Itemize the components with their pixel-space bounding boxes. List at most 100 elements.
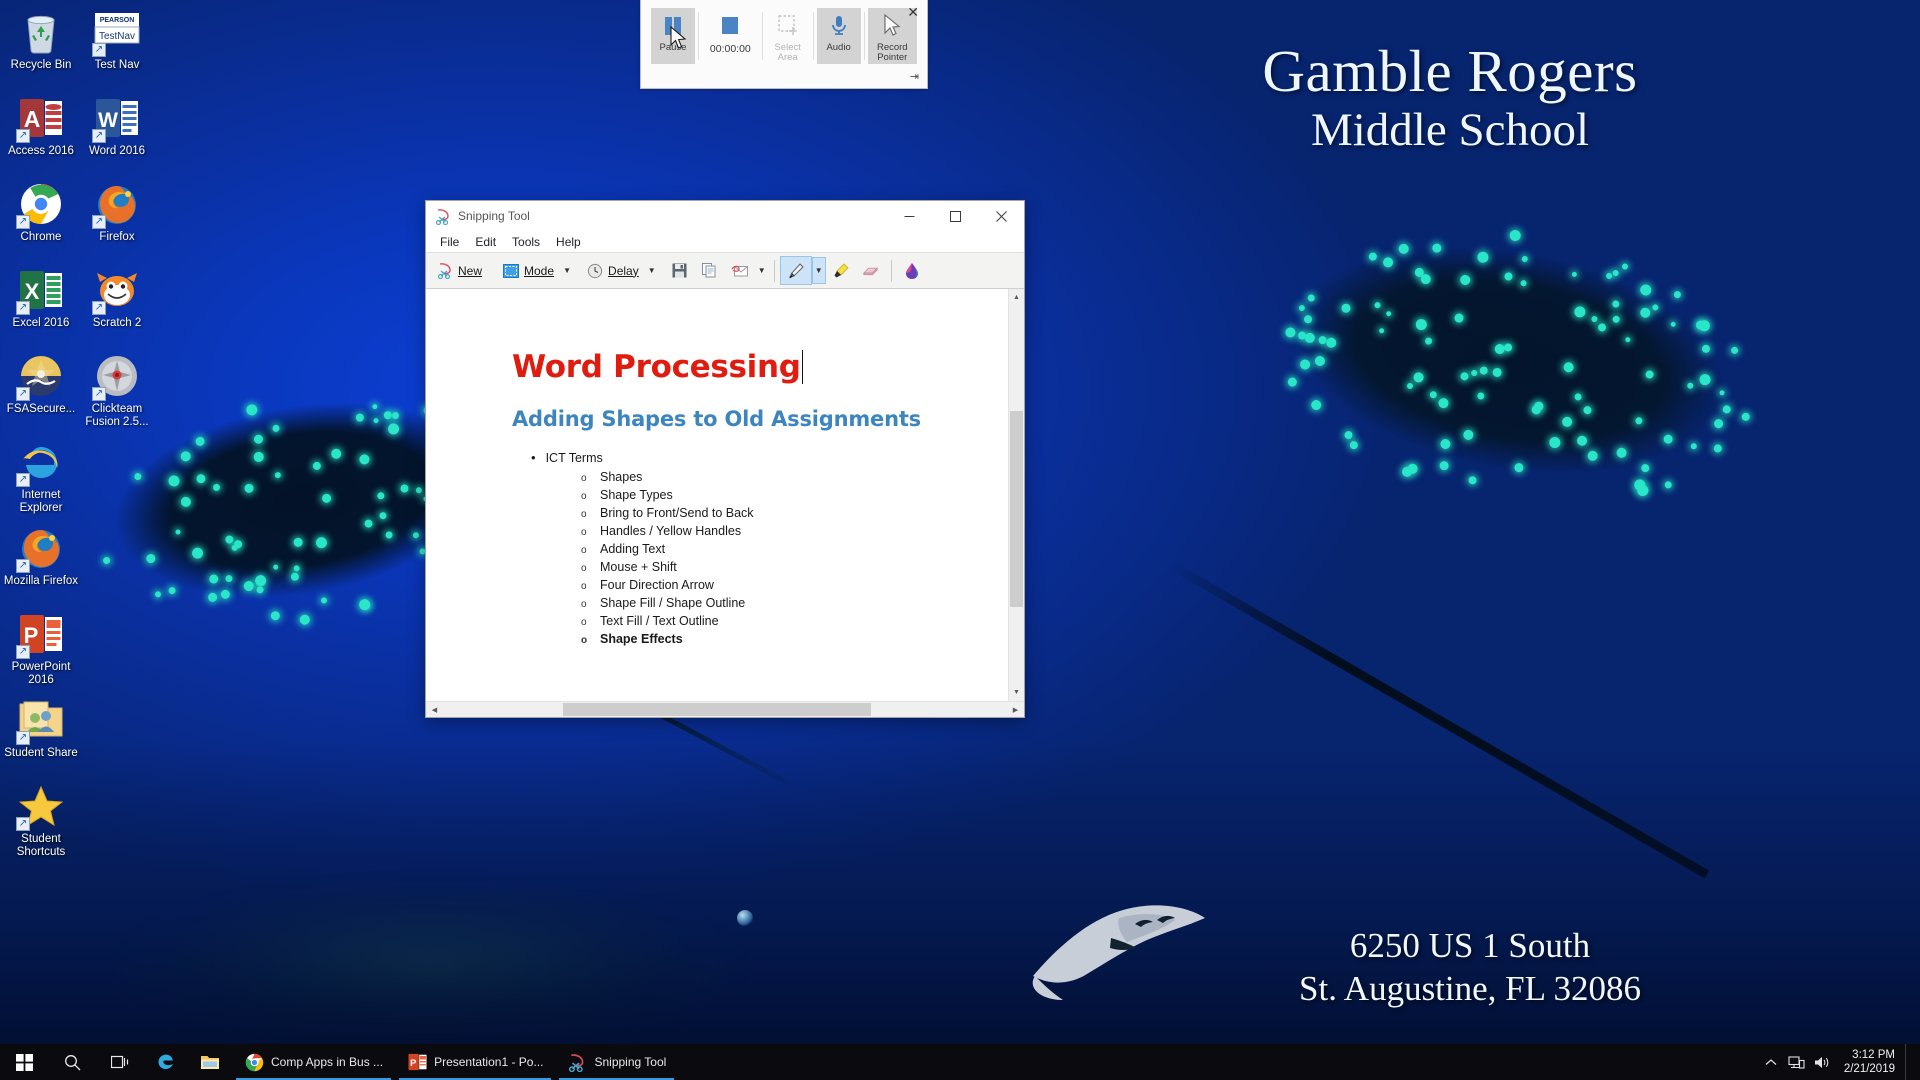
taskbar-item-edge[interactable] xyxy=(144,1044,188,1080)
network-icon[interactable] xyxy=(1784,1044,1810,1080)
copy-button[interactable] xyxy=(695,256,725,285)
document-subtitle: Adding Shapes to Old Assignments xyxy=(512,407,921,431)
shortcut-overlay-icon xyxy=(16,473,30,487)
send-snip-button[interactable] xyxy=(725,256,755,285)
taskbar-item-presentation1-po[interactable]: P Presentation1 - Po... xyxy=(395,1044,555,1080)
minimize-button[interactable] xyxy=(886,201,932,231)
pen-button[interactable] xyxy=(779,256,812,285)
shortcut-overlay-icon xyxy=(16,559,30,573)
powerpoint-icon: P xyxy=(16,610,65,659)
close-button[interactable] xyxy=(978,201,1024,231)
taskbar[interactable]: Comp Apps in Bus ... P Presentation1 - P… xyxy=(0,1044,1920,1080)
recorder-stop-button[interactable]: 00:00:00 xyxy=(702,8,759,64)
eraser-button[interactable] xyxy=(856,256,886,285)
desktop-icon-column-2: PEARSON TestNav Test Nav W Word 2016 Fire… xyxy=(78,8,156,438)
wallpaper-address: 6250 US 1 South St. Augustine, FL 32086 xyxy=(1030,925,1910,1010)
snipping-tool-window[interactable]: Snipping Tool File Edit Tools Help New M… xyxy=(425,200,1025,718)
recorder-separator-1 xyxy=(698,12,699,60)
desktop-icon-column-1: Recycle Bin A Access 2016 Chrome X Excel… xyxy=(2,8,80,868)
shortcut-overlay-icon xyxy=(92,129,106,143)
taskbar-item-comp-apps-in-bus[interactable]: Comp Apps in Bus ... xyxy=(232,1044,395,1080)
horizontal-scrollbar-thumb[interactable] xyxy=(563,703,871,716)
shortcut-overlay-icon xyxy=(92,215,106,229)
recorder-separator-2 xyxy=(761,12,763,60)
clock[interactable]: 3:12 PM 2/21/2019 xyxy=(1836,1048,1905,1076)
pen-icon xyxy=(787,262,805,280)
desktop-icon-test-nav[interactable]: PEARSON TestNav Test Nav xyxy=(78,8,156,94)
wallpaper-address-line1: 6250 US 1 South xyxy=(1349,926,1591,965)
desktop-icon-access-2016[interactable]: A Access 2016 xyxy=(2,94,80,180)
highlighter-button[interactable] xyxy=(826,256,856,285)
menu-item-help[interactable]: Help xyxy=(548,233,589,251)
screen-recorder-toolbar[interactable]: Pause 00:00:00 Select Area Audio Record … xyxy=(640,0,928,89)
delay-label: Delay xyxy=(608,263,639,278)
menu-item-edit[interactable]: Edit xyxy=(467,233,504,251)
seafloor-glow xyxy=(120,882,740,1052)
firefox-icon xyxy=(16,524,65,573)
desktop-icon-firefox[interactable]: Firefox xyxy=(78,180,156,266)
desktop-icon-student-share[interactable]: Student Share xyxy=(2,696,80,782)
recorder-audio-button[interactable]: Audio xyxy=(816,8,861,64)
scroll-down-arrow-icon[interactable]: ▼ xyxy=(1009,684,1025,701)
snipping-tool-canvas-area[interactable]: Word Processing Adding Shapes to Old Ass… xyxy=(426,289,1024,701)
snip-image-canvas[interactable]: Word Processing Adding Shapes to Old Ass… xyxy=(426,289,1008,701)
vertical-scrollbar[interactable]: ▲ ▼ xyxy=(1008,289,1024,701)
delay-button[interactable]: Delay xyxy=(580,256,645,285)
scissors-icon xyxy=(436,262,454,280)
desktop[interactable]: Gamble Rogers Middle School 6250 US 1 So… xyxy=(0,0,1920,1080)
document-list-item-label: Bring to Front/Send to Back xyxy=(600,506,754,520)
recorder-pin-icon[interactable]: ⇥ xyxy=(910,72,919,83)
show-desktop-button[interactable] xyxy=(1905,1044,1912,1080)
shortcut-overlay-icon xyxy=(16,387,30,401)
internet-explorer-icon xyxy=(16,438,65,487)
desktop-icon-internet-explorer[interactable]: Internet Explorer xyxy=(2,438,80,524)
mode-button[interactable]: Mode xyxy=(496,256,560,285)
desktop-icon-scratch-2[interactable]: Scratch 2 xyxy=(78,266,156,352)
shortcut-overlay-icon xyxy=(92,387,106,401)
maximize-button[interactable] xyxy=(932,201,978,231)
ink-drop-icon xyxy=(903,262,921,280)
file-explorer-icon xyxy=(200,1052,220,1072)
mode-chevron-down-icon[interactable]: ▼ xyxy=(560,257,574,284)
desktop-icon-word-2016[interactable]: W Word 2016 xyxy=(78,94,156,180)
scroll-right-arrow-icon[interactable]: ▶ xyxy=(1007,702,1024,718)
snipping-tool-toolbar: New Mode ▼ Delay ▼ ▼ ▼ xyxy=(426,252,1024,289)
snipping-tool-titlebar[interactable]: Snipping Tool xyxy=(426,201,1024,231)
desktop-icon-label: Test Nav xyxy=(94,59,140,71)
fsa-secure-icon xyxy=(16,352,65,401)
desktop-icon-recycle-bin[interactable]: Recycle Bin xyxy=(2,8,80,94)
save-snip-button[interactable] xyxy=(665,256,695,285)
sub-bullet-icon: o xyxy=(581,545,587,556)
taskbar-item-file-explorer[interactable] xyxy=(188,1044,232,1080)
horizontal-scrollbar[interactable]: ◀ ▶ xyxy=(426,701,1024,717)
vertical-scrollbar-thumb[interactable] xyxy=(1010,411,1023,607)
menu-item-file[interactable]: File xyxy=(432,233,467,251)
scroll-up-arrow-icon[interactable]: ▲ xyxy=(1009,289,1025,306)
taskbar-item-snipping-tool[interactable]: Snipping Tool xyxy=(555,1044,678,1080)
search-button[interactable] xyxy=(48,1044,96,1080)
desktop-icon-label: Chrome xyxy=(20,231,62,243)
scroll-left-arrow-icon[interactable]: ◀ xyxy=(426,702,443,718)
desktop-icon-chrome[interactable]: Chrome xyxy=(2,180,80,266)
desktop-icon-student-shortcuts[interactable]: Student Shortcuts xyxy=(2,782,80,868)
stingray-logo-icon xyxy=(1032,905,1205,1000)
tray-chevron-up-icon[interactable] xyxy=(1758,1044,1784,1080)
recorder-close-button[interactable]: ✕ xyxy=(907,6,919,20)
recorder-pause-button[interactable]: Pause xyxy=(651,8,695,64)
desktop-icon-fsasecure[interactable]: FSASecure... xyxy=(2,352,80,438)
task-view-button[interactable] xyxy=(96,1044,144,1080)
start-button[interactable] xyxy=(0,1044,48,1080)
testnav-icon: PEARSON TestNav xyxy=(92,8,141,57)
recorder-select-area-button[interactable]: Select Area xyxy=(766,8,810,64)
pen-chevron-down-icon[interactable]: ▼ xyxy=(811,257,826,284)
menu-item-tools[interactable]: Tools xyxy=(504,233,548,251)
volume-icon[interactable] xyxy=(1810,1044,1836,1080)
ink-button[interactable] xyxy=(897,256,927,285)
desktop-icon-mozilla-firefox[interactable]: Mozilla Firefox xyxy=(2,524,80,610)
desktop-icon-excel-2016[interactable]: X Excel 2016 xyxy=(2,266,80,352)
delay-chevron-down-icon[interactable]: ▼ xyxy=(645,257,659,284)
desktop-icon-powerpoint-2016[interactable]: P PowerPoint 2016 xyxy=(2,610,80,696)
send-snip-chevron-down-icon[interactable]: ▼ xyxy=(755,257,769,284)
new-snip-button[interactable]: New xyxy=(430,256,488,285)
desktop-icon-clickteam-fusion-2-5[interactable]: Clickteam Fusion 2.5... xyxy=(78,352,156,438)
